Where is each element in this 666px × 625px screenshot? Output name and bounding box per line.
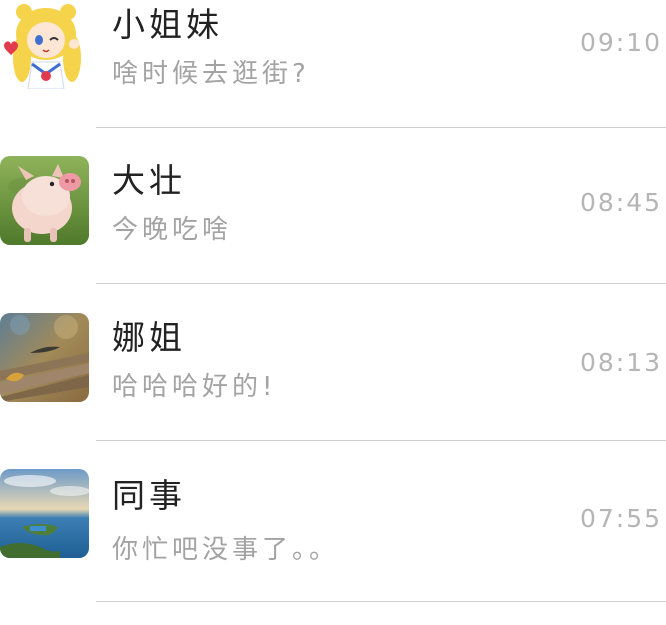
chat-row-xiaojiemei[interactable]: 小姐妹 啥时候去逛街? 09:10: [0, 0, 666, 156]
chat-time: 09:10: [579, 28, 662, 57]
sailor-moon-avatar-icon[interactable]: [0, 0, 89, 89]
piglet-avatar-icon[interactable]: [0, 156, 89, 245]
chat-row-dazhuang[interactable]: 大壮 今晚吃啥 08:45: [0, 156, 666, 312]
autumn-bench-avatar-icon[interactable]: [0, 313, 89, 402]
chat-preview: 今晚吃啥: [112, 215, 233, 245]
row-divider: [96, 440, 666, 441]
chat-time: 08:45: [579, 188, 662, 217]
chat-preview: 哈哈哈好的!: [112, 372, 277, 402]
chat-list: 小姐妹 啥时候去逛街? 09:10 大壮 今晚吃啥 08:45 娜姐 哈哈哈好的…: [0, 0, 666, 603]
chat-name: 娜姐: [112, 318, 186, 357]
row-divider: [96, 601, 666, 602]
chat-name: 小姐妹: [112, 5, 223, 44]
chat-time: 08:13: [579, 348, 662, 377]
row-divider: [96, 283, 666, 284]
row-divider: [96, 127, 666, 128]
lake-island-avatar-icon[interactable]: [0, 469, 89, 558]
chat-name: 同事: [112, 476, 186, 515]
chat-row-najie[interactable]: 娜姐 哈哈哈好的! 08:13: [0, 313, 666, 469]
chat-preview: 你忙吧没事了。。: [112, 535, 340, 565]
chat-name: 大壮: [112, 161, 186, 200]
chat-row-tongshi[interactable]: 同事 你忙吧没事了。。 07:55: [0, 469, 666, 625]
chat-preview: 啥时候去逛街?: [112, 59, 310, 89]
chat-time: 07:55: [579, 504, 662, 533]
